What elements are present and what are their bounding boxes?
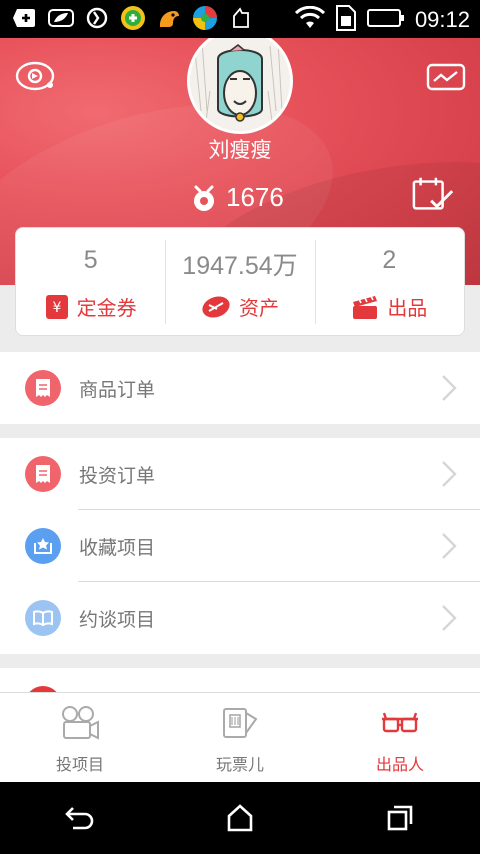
status-time: 09:12 bbox=[414, 7, 470, 32]
coin-count: 1676 bbox=[226, 182, 284, 212]
phone-outline-icon bbox=[228, 5, 254, 31]
menu-item-meeting-projects[interactable]: 约谈项目 bbox=[0, 582, 480, 654]
book-icon bbox=[25, 600, 61, 636]
tab-invest-projects[interactable]: 投项目 bbox=[0, 693, 160, 782]
calendar-check-icon bbox=[412, 177, 454, 210]
star-box-icon bbox=[25, 528, 61, 564]
menu-group-partial bbox=[0, 668, 480, 692]
chevron-right-icon bbox=[442, 375, 457, 401]
menu-item-product-orders[interactable]: 商品订单 bbox=[0, 352, 480, 424]
svg-text:¥: ¥ bbox=[52, 300, 61, 316]
coupon-icon: ¥ bbox=[45, 294, 68, 319]
eye-camera-icon bbox=[15, 61, 55, 91]
check-in-button[interactable] bbox=[412, 176, 456, 212]
status-bar: 09:12 bbox=[0, 0, 480, 38]
recents-button[interactable] bbox=[370, 788, 430, 848]
home-button[interactable] bbox=[210, 788, 270, 848]
bottom-tab-bar: 投项目 玩票儿 出品人 bbox=[0, 692, 480, 782]
menu-item-favorite-projects[interactable]: 收藏项目 bbox=[0, 510, 480, 582]
assets-icon bbox=[202, 295, 230, 318]
receipt-icon bbox=[25, 456, 61, 492]
plus-box-icon bbox=[12, 5, 38, 31]
menu-group-projects: 投资订单 收藏项目 约谈项目 bbox=[0, 438, 480, 654]
ticket-icon bbox=[223, 708, 258, 738]
receipt-icon bbox=[25, 370, 61, 406]
home-icon bbox=[227, 804, 253, 832]
chevron-right-icon bbox=[442, 461, 457, 487]
stat-value: 1947.54万 bbox=[182, 252, 298, 280]
sync-icon bbox=[84, 5, 110, 31]
squirrel-app-icon bbox=[156, 5, 182, 31]
coin-balance[interactable]: 1676 bbox=[190, 182, 284, 213]
recents-icon bbox=[387, 805, 413, 831]
back-arrow-icon bbox=[65, 807, 94, 830]
tab-label: 玩票儿 bbox=[215, 755, 264, 774]
eye-camera-button[interactable] bbox=[14, 58, 58, 94]
stat-assets[interactable]: 1947.54万 资产 bbox=[165, 228, 314, 335]
battery-icon bbox=[366, 7, 405, 33]
stat-value: 2 bbox=[382, 246, 397, 274]
back-button[interactable] bbox=[50, 788, 110, 848]
stat-value: 5 bbox=[83, 246, 98, 274]
tab-label: 投项目 bbox=[55, 755, 104, 774]
camera-icon bbox=[62, 706, 99, 740]
menu-item-label: 商品订单 bbox=[79, 378, 156, 401]
menu-item-label: 约谈项目 bbox=[79, 608, 156, 631]
stats-card: 5 ¥ 定金券 1947.54万 资产 2 出品 bbox=[15, 227, 465, 336]
menu-item-investment-orders[interactable]: 投资订单 bbox=[0, 438, 480, 510]
green-plus-app-icon bbox=[120, 5, 146, 31]
wifi-icon bbox=[294, 5, 325, 34]
username: 刘瘦瘦 bbox=[208, 138, 272, 162]
tab-label: 出品人 bbox=[375, 755, 424, 774]
menu-item-label: 投资订单 bbox=[79, 464, 156, 487]
tab-producer[interactable]: 出品人 bbox=[320, 693, 480, 782]
clapper-icon bbox=[353, 293, 378, 319]
menu-group-orders: 商品订单 bbox=[0, 352, 480, 424]
sim-icon bbox=[335, 4, 357, 36]
leaf-icon bbox=[48, 5, 74, 31]
stat-label: 出品 bbox=[387, 296, 428, 320]
stat-coupons[interactable]: 5 ¥ 定金券 bbox=[16, 228, 165, 335]
message-button[interactable] bbox=[424, 60, 468, 96]
tab-tickets[interactable]: 玩票儿 bbox=[160, 693, 320, 782]
chevron-right-icon bbox=[442, 605, 457, 631]
stat-label: 定金券 bbox=[76, 296, 137, 320]
cartoon-avatar-icon bbox=[190, 38, 290, 131]
3d-glasses-icon bbox=[382, 712, 418, 733]
stat-productions[interactable]: 2 出品 bbox=[314, 228, 464, 335]
stat-label: 资产 bbox=[238, 296, 279, 320]
coin-icon bbox=[194, 185, 214, 211]
menu-item-label: 收藏项目 bbox=[79, 536, 156, 559]
system-nav-bar bbox=[0, 782, 480, 854]
chart-message-icon bbox=[426, 63, 466, 91]
chevron-right-icon bbox=[442, 533, 457, 559]
colorful-app-icon bbox=[192, 5, 218, 31]
